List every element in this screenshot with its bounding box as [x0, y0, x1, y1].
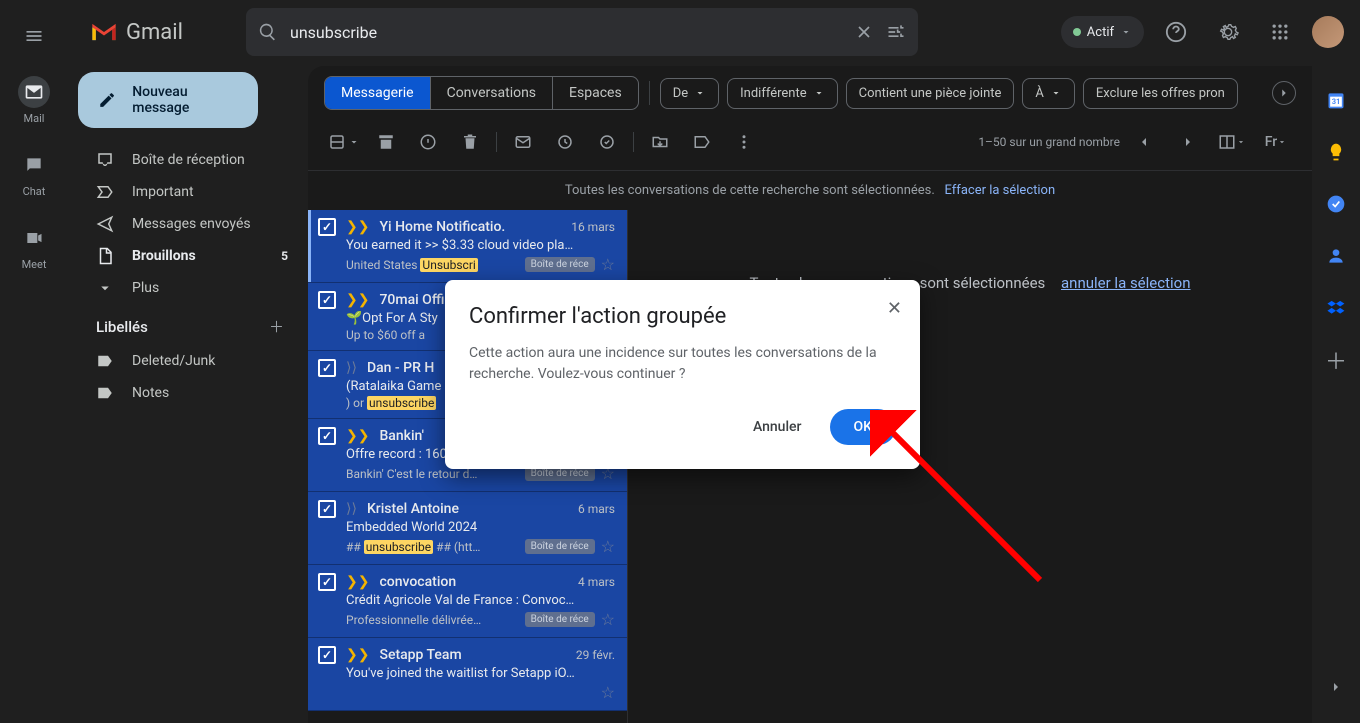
close-icon[interactable]: ✕ — [887, 298, 902, 319]
confirm-modal: ✕ Confirmer l'action groupée Cette actio… — [445, 280, 920, 469]
modal-title: Confirmer l'action groupée — [469, 304, 896, 329]
cancel-button[interactable]: Annuler — [737, 409, 818, 445]
ok-button[interactable]: OK — [830, 409, 897, 445]
modal-body: Cette action aura une incidence sur tout… — [469, 343, 896, 385]
